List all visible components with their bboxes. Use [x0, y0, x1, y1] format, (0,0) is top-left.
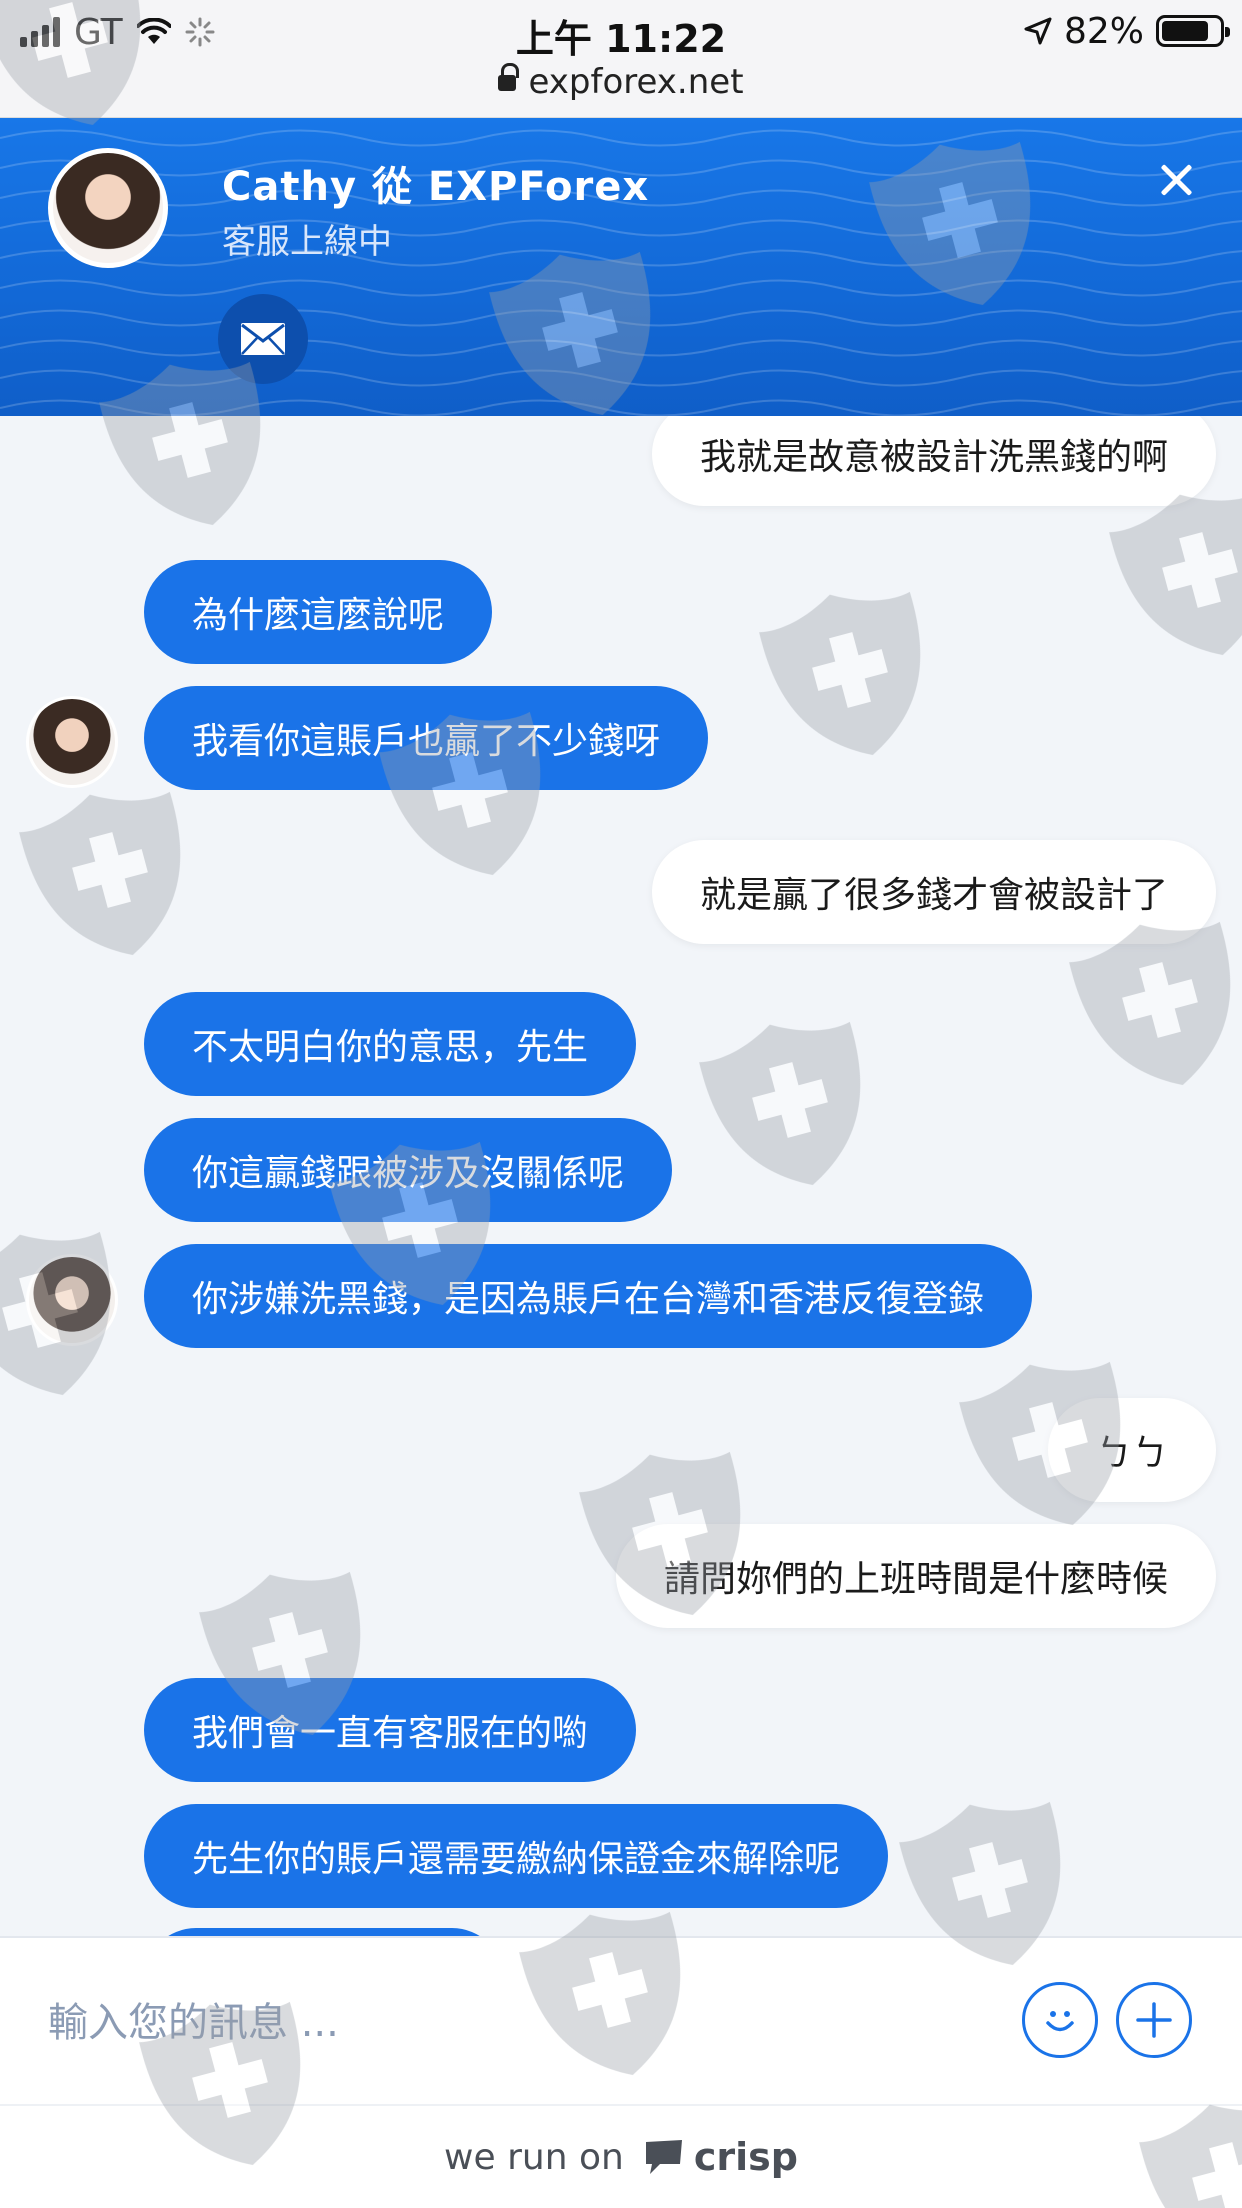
battery-percent: 82% — [1063, 10, 1144, 52]
crisp-brand: crisp — [693, 2135, 798, 2179]
chat-header: Cathy 從 EXPForex 客服上線中 — [0, 118, 1242, 416]
emoji-button[interactable] — [1022, 1982, 1098, 2058]
operator-message-bubble: 為什麼這麼說呢 — [144, 560, 493, 664]
operator-message-bubble-partial — [144, 1928, 504, 1936]
powered-by-text: we run on — [444, 2136, 624, 2178]
operator-status: 客服上線中 — [222, 222, 392, 262]
operator-message-bubble: 你這贏錢跟被涉及沒關係呢 — [144, 1118, 673, 1222]
operator-message-bubble: 我看你這賬戶也贏了不少錢呀 — [144, 686, 709, 790]
location-arrow-icon — [1024, 17, 1052, 45]
plus-icon — [1136, 2002, 1172, 2038]
crisp-bubble-icon — [645, 2140, 682, 2174]
url-text: expforex.net — [528, 62, 744, 102]
battery-fill — [1162, 21, 1208, 41]
message-input[interactable]: 輸入您的訊息 ... — [48, 1990, 339, 2048]
envelope-icon — [241, 323, 285, 355]
message-list[interactable]: 我就是故意被設計洗黑錢的啊 為什麼這麼說呢 我看你這賬戶也贏了不少錢呀 就是贏了… — [0, 416, 1242, 1936]
status-right: 82% — [1024, 10, 1230, 52]
email-button[interactable] — [218, 294, 308, 384]
operator-name: Cathy 從 EXPForex — [222, 164, 650, 210]
operator-message-bubble: 你涉嫌洗黑錢，是因為賬戶在台灣和香港反復登錄 — [144, 1244, 1033, 1348]
crisp-logo: crisp — [642, 2135, 798, 2179]
operator-message-bubble: 先生你的賬戶還需要繳納保證金來解除呢 — [144, 1804, 889, 1908]
user-message-bubble: 就是贏了很多錢才會被設計了 — [651, 840, 1216, 944]
close-chat-button[interactable] — [1154, 158, 1198, 202]
smiley-icon — [1046, 2011, 1074, 2032]
lock-icon — [498, 63, 520, 93]
operator-avatar — [48, 148, 168, 268]
user-message-bubble: 請問妳們的上班時間是什麼時候 — [615, 1524, 1216, 1628]
operator-message-bubble: 我們會一直有客服在的喲 — [144, 1678, 637, 1782]
address-bar[interactable]: expforex.net — [0, 60, 1242, 104]
message-composer: 輸入您的訊息 ... — [0, 1936, 1242, 2104]
operator-message-bubble: 不太明白你的意思，先生 — [144, 992, 637, 1096]
operator-message-avatar — [26, 1254, 118, 1346]
attach-button[interactable] — [1116, 1982, 1192, 2058]
operator-message-avatar — [26, 696, 118, 788]
user-message-bubble: ㄅㄅ — [1047, 1398, 1216, 1502]
battery-icon — [1156, 15, 1230, 47]
user-message-bubble: 我就是故意被設計洗黑錢的啊 — [651, 416, 1216, 506]
powered-by-footer[interactable]: we run on crisp — [0, 2104, 1242, 2208]
status-bar: GT 上午 11:22 82% expforex.net — [0, 0, 1242, 118]
